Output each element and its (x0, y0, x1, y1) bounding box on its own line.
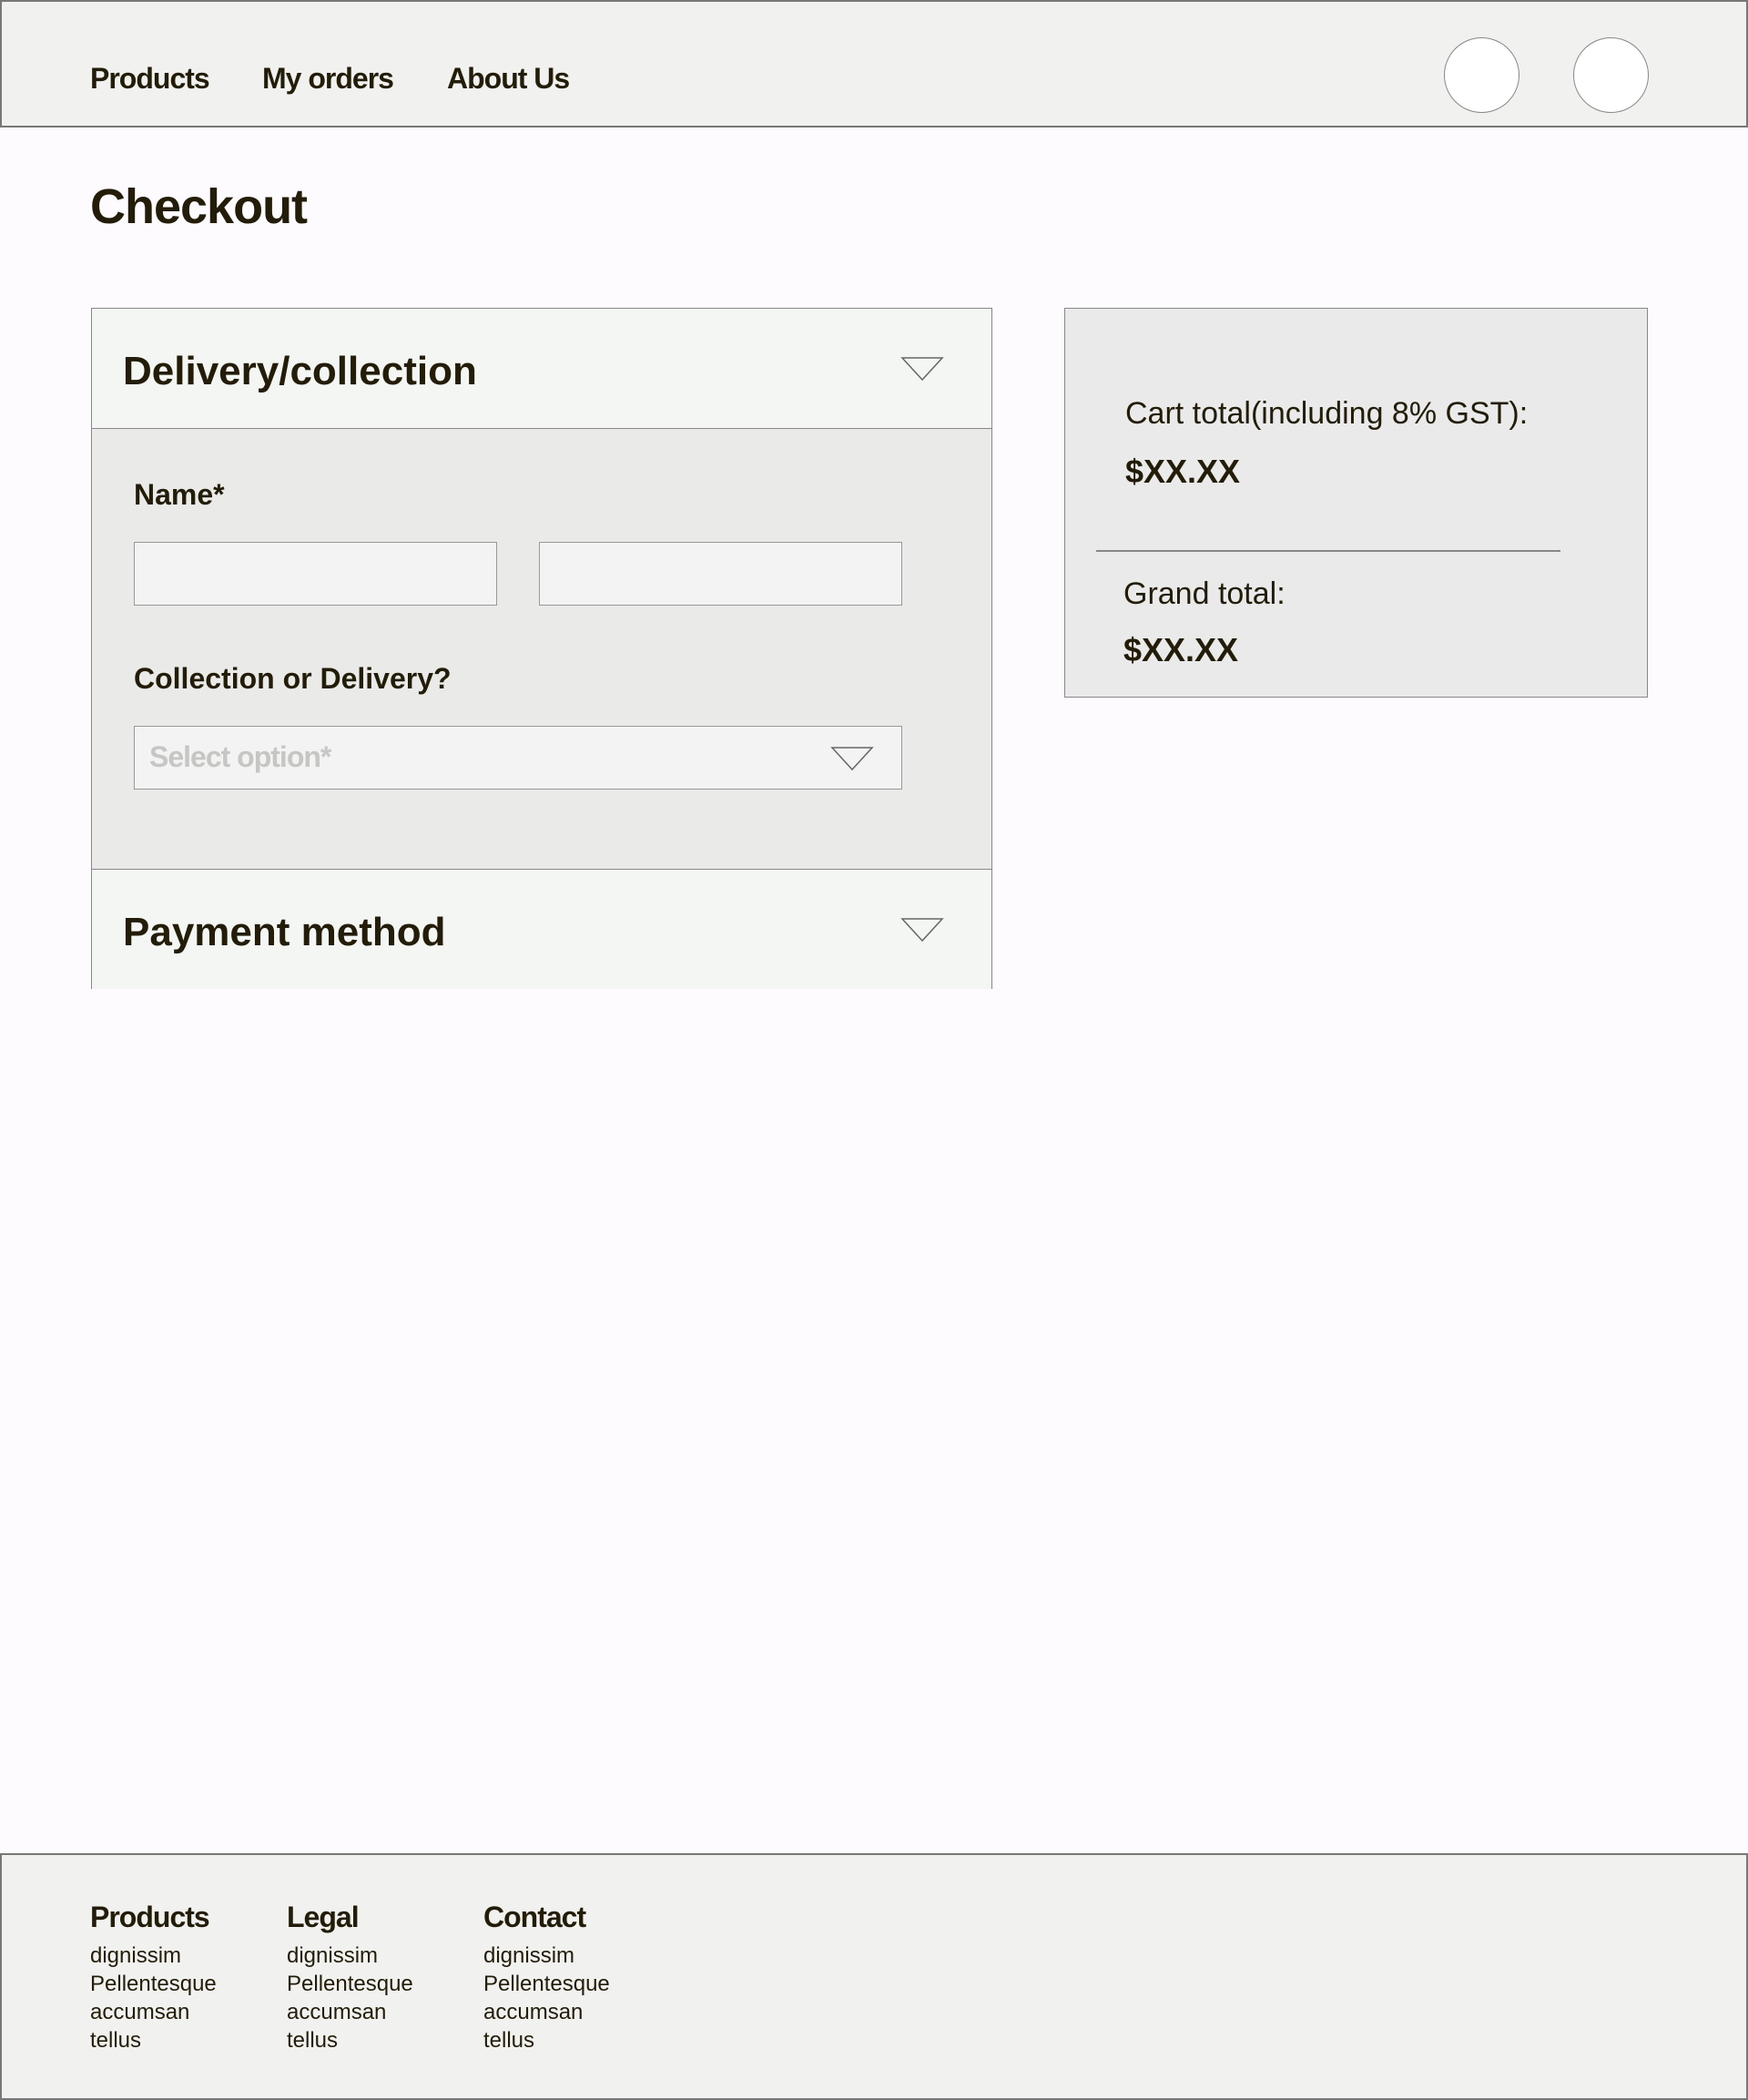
grand-total-value: $XX.XX (1123, 631, 1239, 668)
nav-about-us[interactable]: About Us (447, 62, 570, 96)
first-name-input[interactable] (134, 542, 497, 606)
footer-link[interactable]: tellus (483, 2026, 610, 2054)
payment-section-title: Payment method (123, 910, 446, 954)
footer-column-products: Products dignissim Pellentesque accumsan… (90, 1901, 217, 2054)
footer-link[interactable]: Pellentesque (90, 1970, 217, 1998)
footer-link[interactable]: Pellentesque (483, 1970, 610, 1998)
payment-section-header[interactable]: Payment method (92, 870, 991, 989)
footer-link[interactable]: accumsan (483, 1998, 610, 2026)
checkout-accordion: Delivery/collection Name* Collection or … (91, 308, 992, 989)
grand-total-label: Grand total: (1123, 576, 1286, 611)
footer-heading: Products (90, 1901, 210, 1933)
footer: Products dignissim Pellentesque accumsan… (0, 1853, 1748, 2100)
footer-column-legal: Legal dignissim Pellentesque accumsan te… (287, 1901, 413, 2054)
footer-column-contact: Contact dignissim Pellentesque accumsan … (483, 1901, 610, 2054)
footer-heading: Contact (483, 1901, 586, 1933)
footer-link[interactable]: accumsan (287, 1998, 413, 2026)
account-icon-button[interactable] (1444, 37, 1519, 113)
chevron-down-icon (900, 357, 944, 382)
nav-products[interactable]: Products (90, 62, 210, 96)
chevron-down-icon (900, 918, 944, 943)
footer-link[interactable]: dignissim (287, 1942, 413, 1970)
footer-link[interactable]: dignissim (90, 1942, 217, 1970)
page-title: Checkout (90, 179, 308, 234)
select-placeholder: Select option* (149, 740, 331, 773)
footer-link[interactable]: tellus (287, 2026, 413, 2054)
summary-divider (1096, 550, 1560, 552)
cart-icon-button[interactable] (1573, 37, 1649, 113)
top-nav-bar: Products My orders About Us (0, 0, 1748, 127)
delivery-section-body: Name* Collection or Delivery? Select opt… (92, 428, 991, 870)
name-label: Name* (134, 478, 225, 511)
collection-delivery-label: Collection or Delivery? (134, 662, 452, 695)
collection-delivery-select[interactable]: Select option* (134, 726, 902, 790)
delivery-section-title: Delivery/collection (123, 349, 477, 393)
chevron-down-icon (830, 747, 874, 771)
cart-total-label: Cart total(including 8% GST): (1125, 396, 1529, 431)
footer-link[interactable]: Pellentesque (287, 1970, 413, 1998)
last-name-input[interactable] (539, 542, 902, 606)
footer-link[interactable]: accumsan (90, 1998, 217, 2026)
order-summary: Cart total(including 8% GST): $XX.XX Gra… (1064, 308, 1648, 698)
nav-my-orders[interactable]: My orders (262, 62, 394, 96)
cart-total-value: $XX.XX (1125, 453, 1241, 490)
delivery-section-header[interactable]: Delivery/collection (92, 309, 991, 428)
footer-link[interactable]: dignissim (483, 1942, 610, 1970)
footer-link[interactable]: tellus (90, 2026, 217, 2054)
footer-heading: Legal (287, 1901, 360, 1933)
